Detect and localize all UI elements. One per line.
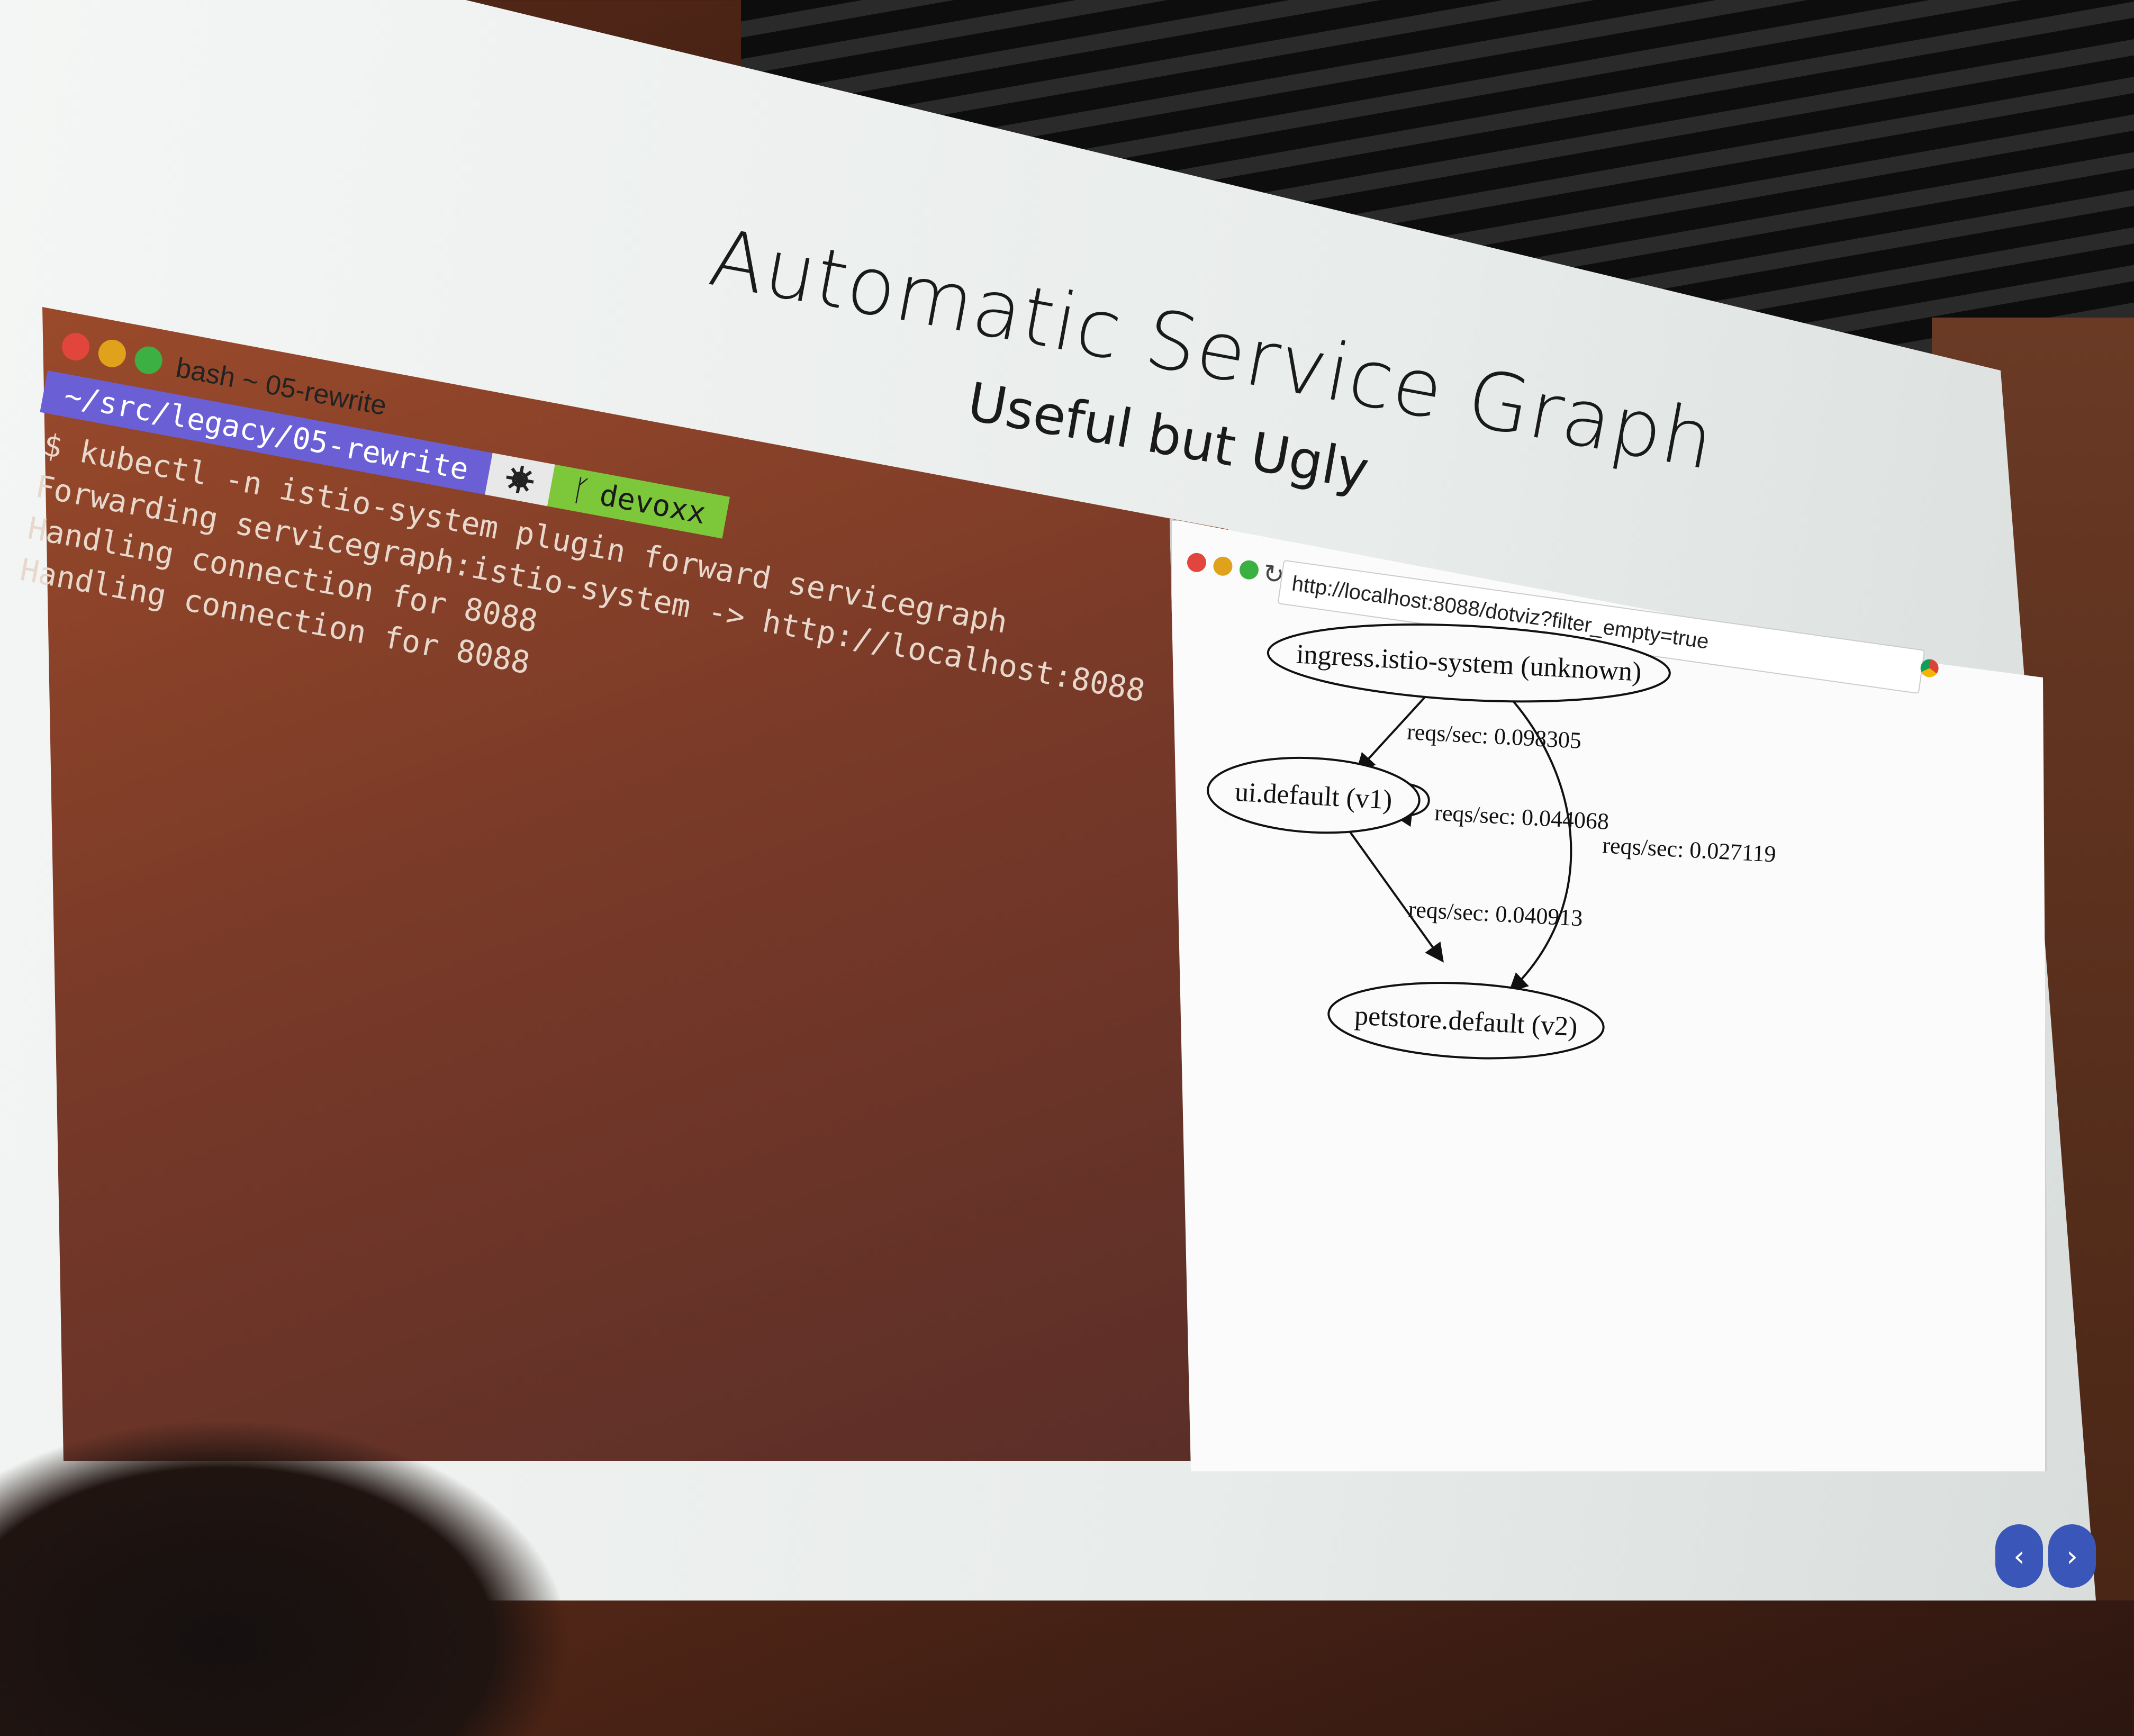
graph-node[interactable]: ui.default (v1) bbox=[1206, 753, 1421, 838]
service-graph: ingress.istio-system (unknown) ui.defaul… bbox=[1206, 623, 1777, 1065]
edge-label: reqs/sec: 0.040913 bbox=[1408, 896, 1584, 931]
close-window-button[interactable] bbox=[59, 330, 92, 363]
edge-label: reqs/sec: 0.027119 bbox=[1602, 832, 1776, 867]
edge-label: reqs/sec: 0.044068 bbox=[1434, 800, 1609, 835]
browser-minimize-button[interactable] bbox=[1212, 555, 1234, 577]
graph-node[interactable]: petstore.default (v2) bbox=[1327, 976, 1606, 1065]
maximize-window-button[interactable] bbox=[132, 344, 165, 376]
browser-maximize-button[interactable] bbox=[1238, 559, 1260, 581]
next-slide-button[interactable]: › bbox=[2048, 1524, 2096, 1588]
previous-slide-button[interactable]: ‹ bbox=[1995, 1524, 2043, 1588]
git-branch-icon: ᚴ bbox=[569, 472, 593, 510]
edge-label: reqs/sec: 0.098305 bbox=[1406, 719, 1582, 754]
audience-head bbox=[0, 1418, 572, 1736]
graph-edge-ui-petstore bbox=[1343, 822, 1444, 963]
browser-close-button[interactable] bbox=[1186, 551, 1208, 574]
minimize-window-button[interactable] bbox=[96, 337, 129, 370]
